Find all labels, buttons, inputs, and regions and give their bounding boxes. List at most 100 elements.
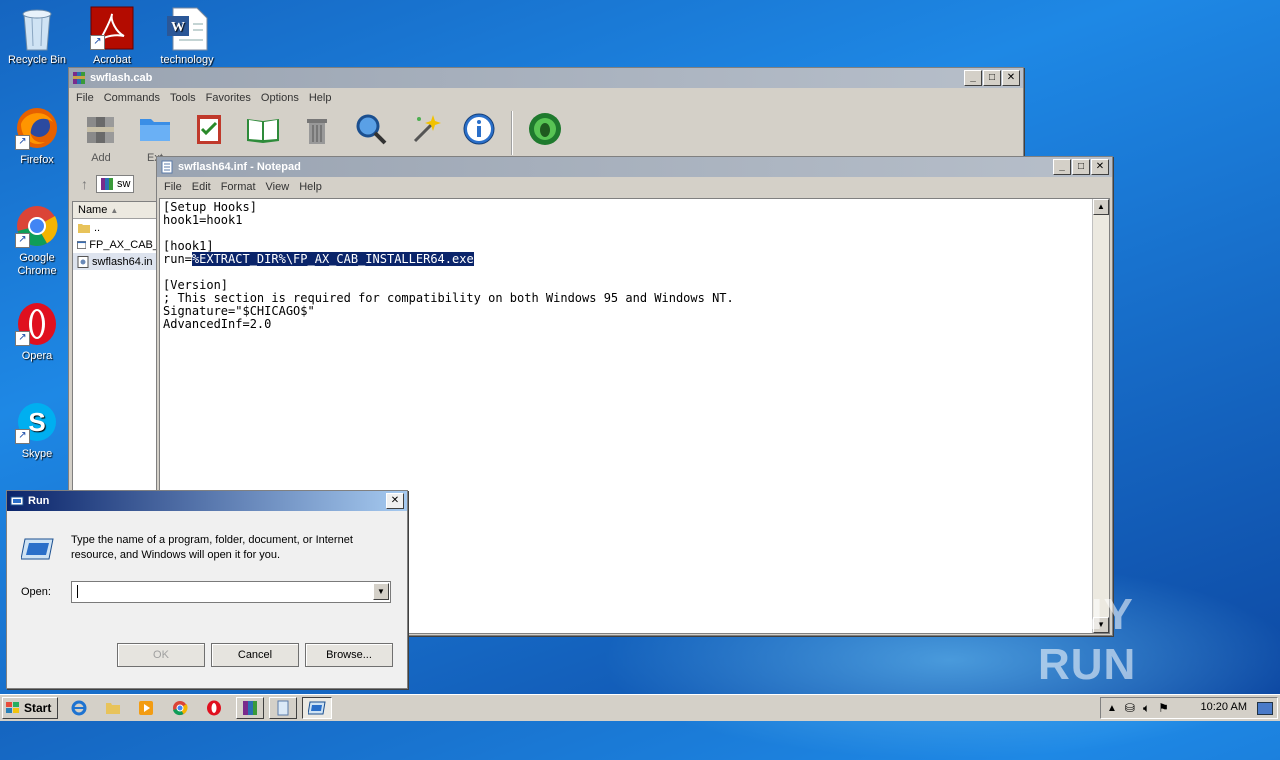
opera-icon: ↗ (15, 302, 59, 346)
magnifier-icon (356, 114, 387, 145)
taskbar: Start ▲ ⛁ 🔈︎ ⚑ 10:20 AM (0, 694, 1280, 721)
vertical-scrollbar[interactable]: ▲ ▼ (1092, 199, 1109, 633)
desktop-icon-label: Acrobat (93, 54, 131, 66)
virus-scan-button[interactable] (523, 111, 567, 152)
ie-taskbar-button[interactable] (68, 698, 90, 718)
selected-text: %EXTRACT_DIR%\FP_AX_CAB_INSTALLER64.exe (191, 252, 474, 266)
run-title: Run (28, 495, 50, 507)
editor-content[interactable]: [Setup Hooks] hook1=hook1 [hook1] run=%E… (160, 199, 1109, 333)
desktop-icon-google-chrome[interactable]: ↗ Google Chrome (2, 204, 72, 278)
desktop-icon-technology[interactable]: W technology (152, 6, 222, 67)
menu-help[interactable]: Help (306, 92, 339, 104)
list-item[interactable]: FP_AX_CAB_ (73, 236, 159, 253)
menu-file[interactable]: File (161, 181, 189, 193)
windows-logo-icon (6, 702, 19, 713)
desktop-icon-acrobat[interactable]: ↗ Acrobat (77, 6, 147, 67)
menu-favorites[interactable]: Favorites (203, 92, 258, 104)
text-line: ; This section is required for compatibi… (163, 291, 734, 305)
view-button[interactable] (241, 111, 285, 152)
list-item[interactable]: swflash64.in (73, 253, 159, 270)
menu-view[interactable]: View (263, 181, 297, 193)
info-button[interactable] (457, 111, 501, 152)
close-button[interactable]: ✕ (1091, 159, 1109, 175)
ok-button[interactable]: OK (117, 643, 205, 667)
desktop-icon-label: Google Chrome (17, 252, 57, 277)
shortcut-arrow-icon: ↗ (15, 233, 30, 248)
info-icon (463, 113, 495, 145)
recycle-bin-icon (15, 6, 59, 51)
explorer-taskbar-button[interactable] (102, 698, 124, 718)
show-hidden-icons-icon[interactable]: ▲ (1107, 703, 1117, 714)
show-desktop-icon[interactable] (1257, 702, 1273, 715)
desktop-icon-opera[interactable]: ↗ Opera (2, 302, 72, 363)
volume-icon[interactable]: 🔈︎ (1143, 701, 1150, 716)
winrar-titlebar[interactable]: swflash.cab _ □ ✕ (69, 68, 1023, 88)
list-item[interactable]: .. (73, 219, 159, 236)
file-list[interactable]: Name ▲ .. FP_AX_CAB_ swflash64.in (72, 201, 160, 516)
close-button[interactable]: ✕ (1002, 70, 1020, 86)
notepad-titlebar[interactable]: swflash64.inf - Notepad _ □ ✕ (157, 157, 1112, 177)
up-arrow-icon[interactable]: ↑ (73, 176, 88, 192)
text-line: [Setup Hooks] (163, 200, 257, 214)
add-button[interactable]: Add (79, 111, 123, 164)
run-app-icon (10, 496, 24, 506)
cancel-button[interactable]: Cancel (211, 643, 299, 667)
folder-icon (140, 119, 170, 141)
wizard-button[interactable] (403, 111, 447, 152)
menu-commands[interactable]: Commands (101, 92, 167, 104)
clock[interactable]: 10:20 AM (1201, 701, 1247, 713)
minimize-button[interactable]: _ (964, 70, 982, 86)
desktop-icon-label: Skype (21, 448, 53, 460)
find-button[interactable] (349, 111, 393, 152)
column-name-label: Name (78, 204, 108, 216)
notepad-taskbar-button[interactable] (269, 697, 297, 719)
open-label: Open: (21, 586, 51, 598)
text-line: [hook1] (163, 239, 214, 253)
text-line: [Version] (163, 278, 229, 292)
address-field[interactable]: sw (96, 175, 135, 193)
menu-format[interactable]: Format (218, 181, 263, 193)
delete-button[interactable] (295, 111, 339, 152)
maximize-button[interactable]: □ (983, 70, 1001, 86)
dropdown-arrow-icon[interactable]: ▼ (373, 583, 389, 600)
close-button[interactable]: ✕ (386, 493, 404, 509)
start-button[interactable]: Start (2, 697, 58, 719)
shortcut-arrow-icon: ↗ (15, 331, 30, 346)
maximize-button[interactable]: □ (1072, 159, 1090, 175)
winrar-title: swflash.cab (90, 72, 153, 84)
menu-tools[interactable]: Tools (167, 92, 203, 104)
archive-icon (101, 178, 113, 190)
firefox-icon: ↗ (15, 106, 59, 150)
run-taskbar-button[interactable] (302, 697, 332, 719)
column-header-name[interactable]: Name ▲ (73, 202, 159, 219)
chrome-icon: ↗ (15, 204, 59, 248)
scroll-up-button[interactable]: ▲ (1093, 199, 1109, 215)
media-player-taskbar-button[interactable] (135, 698, 157, 718)
menu-options[interactable]: Options (258, 92, 306, 104)
network-icon[interactable]: ⛁ (1125, 701, 1135, 715)
open-input[interactable] (72, 582, 370, 600)
test-button[interactable] (187, 111, 231, 152)
menu-edit[interactable]: Edit (189, 181, 218, 193)
minimize-button[interactable]: _ (1053, 159, 1071, 175)
media-player-icon (139, 701, 153, 715)
desktop-icon-skype[interactable]: S ↗ Skype (2, 400, 72, 461)
desktop-icon-recycle-bin[interactable]: Recycle Bin (2, 6, 72, 67)
menu-help[interactable]: Help (296, 181, 329, 193)
desktop-icon-label: Recycle Bin (7, 54, 67, 66)
menu-file[interactable]: File (73, 92, 101, 104)
chrome-taskbar-button[interactable] (169, 698, 191, 718)
opera-taskbar-button[interactable] (203, 698, 225, 718)
open-combobox[interactable]: ▼ (71, 581, 391, 603)
anyrun-watermark: ANY RUN (1038, 590, 1137, 689)
action-center-flag-icon[interactable]: ⚑ (1158, 701, 1169, 715)
run-dialog[interactable]: Run ✕ Type the name of a program, folder… (6, 490, 408, 689)
inf-file-icon (77, 255, 89, 268)
notepad-app-icon (161, 160, 173, 174)
winrar-taskbar-button[interactable] (236, 697, 264, 719)
desktop-icon-firefox[interactable]: ↗ Firefox (2, 106, 72, 167)
run-titlebar[interactable]: Run ✕ (7, 491, 407, 511)
toolbar-separator (511, 111, 513, 155)
shortcut-arrow-icon: ↗ (15, 429, 30, 444)
browse-button[interactable]: Browse... (305, 643, 393, 667)
